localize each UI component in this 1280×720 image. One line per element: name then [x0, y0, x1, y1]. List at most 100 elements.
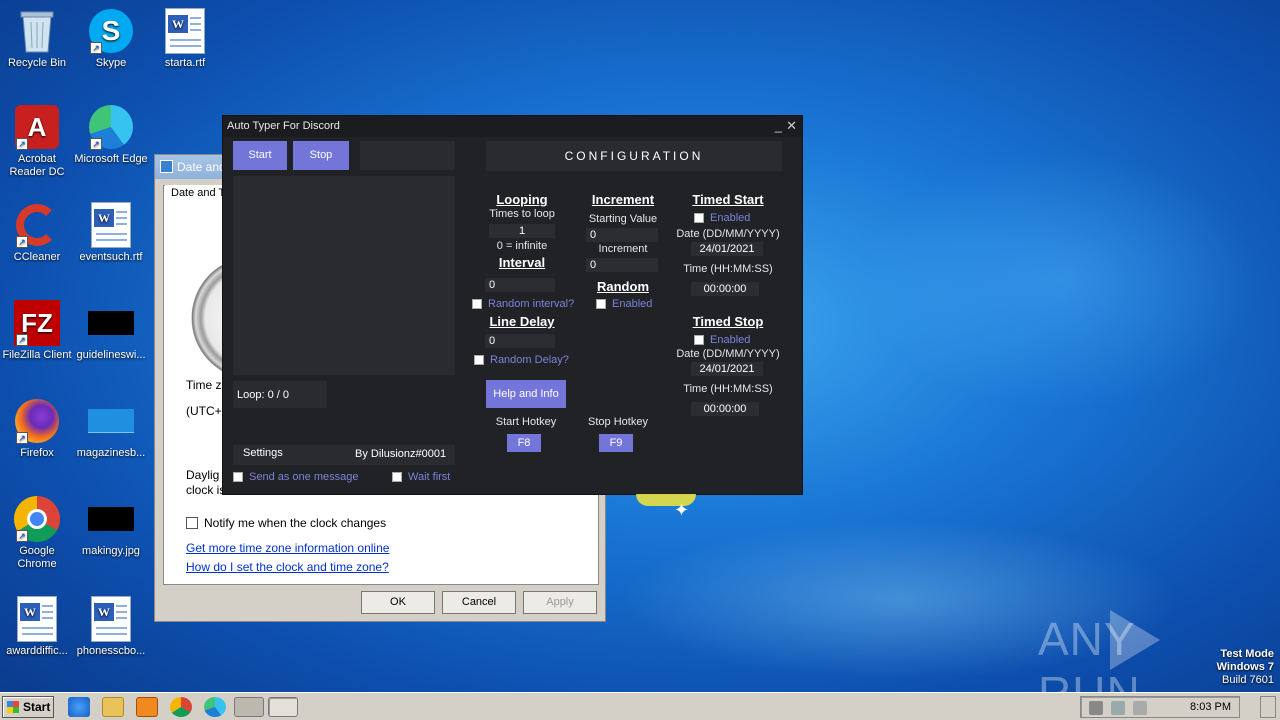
speaker-icon[interactable]	[1089, 701, 1103, 715]
start-button[interactable]: Start	[233, 141, 287, 170]
shortcut-arrow-icon: ↗	[16, 236, 28, 248]
timed-stop-time-input[interactable]: 00:00:00	[691, 402, 759, 416]
time-zone-info-link[interactable]: Get more time zone information online	[186, 541, 389, 555]
clock-settings-icon	[160, 160, 173, 173]
cancel-button[interactable]: Cancel	[442, 591, 516, 614]
edge-taskbar-icon[interactable]	[204, 697, 226, 717]
desktop-icon-starta[interactable]: W starta.rtf	[148, 8, 222, 70]
times-to-loop-input[interactable]: 1	[489, 224, 555, 238]
random-delay-checkbox[interactable]: Random Delay?	[474, 354, 569, 366]
checkbox-box[interactable]	[694, 213, 704, 223]
checkbox-box[interactable]	[186, 517, 198, 529]
checkbox-box[interactable]	[392, 472, 402, 482]
increment-heading: Increment	[591, 192, 655, 207]
desktop-icon-ccleaner[interactable]: ↗ CCleaner	[0, 202, 74, 264]
minimize-button[interactable]: _	[775, 118, 782, 133]
timed-stop-date-input[interactable]: 24/01/2021	[691, 362, 763, 376]
show-desktop-button[interactable]	[1260, 696, 1276, 718]
stop-hotkey-label: Stop Hotkey	[588, 416, 648, 428]
checkbox-box[interactable]	[474, 355, 484, 365]
configuration-header: CONFIGURATION	[486, 141, 782, 171]
set-clock-help-link[interactable]: How do I set the clock and time zone?	[186, 560, 389, 574]
desktop-icon-chrome[interactable]: ↗ Google Chrome	[0, 496, 74, 571]
notify-checkbox[interactable]: Notify me when the clock changes	[186, 516, 386, 530]
starting-value-label: Starting Value	[588, 213, 658, 225]
random-interval-checkbox[interactable]: Random interval?	[472, 298, 574, 310]
settings-button[interactable]: Settings	[243, 447, 283, 459]
desktop-icon-label: CCleaner	[13, 251, 61, 263]
desktop-icon-recycle-bin[interactable]: Recycle Bin	[0, 8, 74, 70]
desktop-icon-phonesscbo[interactable]: W phonesscbo...	[74, 596, 148, 658]
image-thumbnail-icon	[88, 300, 134, 346]
random-heading: Random	[597, 279, 649, 294]
desktop-icon-makingy[interactable]: makingy.jpg	[74, 496, 148, 558]
desktop-icon-label: eventsuch.rtf	[79, 251, 143, 263]
word-document-icon: W	[162, 8, 208, 54]
daylight-text: clock is	[186, 483, 226, 497]
timed-stop-enabled-checkbox[interactable]: Enabled	[694, 334, 750, 346]
desktop-icon-eventsuch[interactable]: W eventsuch.rtf	[74, 202, 148, 264]
desktop-icon-awarddiffic[interactable]: W awarddiffic...	[0, 596, 74, 658]
desktop-icon-magazinesb[interactable]: magazinesb...	[74, 398, 148, 460]
interval-input[interactable]: 0	[485, 278, 555, 292]
stop-button[interactable]: Stop	[293, 141, 349, 170]
timed-start-enabled-checkbox[interactable]: Enabled	[694, 212, 750, 224]
desktop-icon-label: Recycle Bin	[7, 57, 67, 69]
chrome-icon: ↗	[14, 496, 60, 542]
send-as-one-checkbox[interactable]: Send as one message	[233, 471, 358, 483]
taskbar-clock[interactable]: 8:03 PM	[1190, 701, 1231, 713]
checkbox-label: Wait first	[408, 471, 451, 483]
close-button[interactable]: ✕	[786, 118, 797, 134]
shortcut-arrow-icon: ↗	[90, 138, 102, 150]
desktop-icon-label: starta.rtf	[164, 57, 206, 69]
window-title: Auto Typer For Discord	[227, 120, 340, 132]
media-player-icon[interactable]	[136, 697, 158, 717]
desktop-icon-label: magazinesb...	[76, 447, 146, 459]
desktop-icon-label: Microsoft Edge	[74, 153, 148, 165]
message-textarea[interactable]	[233, 176, 455, 375]
start-hotkey-button[interactable]: F8	[507, 434, 541, 452]
auto-typer-taskbar-button[interactable]	[234, 697, 264, 717]
desktop-icon-label: Google Chrome	[17, 545, 57, 570]
windows-flag-icon	[7, 701, 19, 713]
desktop-icon-label: guidelineswi...	[76, 349, 146, 361]
times-to-loop-label: Times to loop	[489, 208, 555, 220]
test-mode-line: Windows 7	[1216, 661, 1274, 673]
desktop-icon-guidelineswi[interactable]: guidelineswi...	[74, 300, 148, 362]
stop-hotkey-button[interactable]: F9	[599, 434, 633, 452]
checkbox-box[interactable]	[694, 335, 704, 345]
timed-start-date-input[interactable]: 24/01/2021	[691, 242, 763, 256]
checkbox-box[interactable]	[596, 299, 606, 309]
help-and-info-button[interactable]: Help and Info	[486, 380, 566, 408]
desktop-icon-acrobat[interactable]: A ↗ Acrobat Reader DC	[0, 104, 74, 179]
checkbox-box[interactable]	[233, 472, 243, 482]
file-explorer-icon[interactable]	[102, 697, 124, 717]
network-icon[interactable]	[1111, 701, 1125, 715]
start-button[interactable]: Start	[2, 696, 54, 718]
starting-value-input[interactable]: 0	[586, 228, 658, 242]
desktop-icon-firefox[interactable]: ↗ Firefox	[0, 398, 74, 460]
action-center-flag-icon[interactable]	[1133, 701, 1147, 715]
auto-typer-titlebar[interactable]: Auto Typer For Discord _ ✕	[223, 116, 802, 137]
skype-icon: S ↗	[88, 8, 134, 54]
timed-start-time-input[interactable]: 00:00:00	[691, 282, 759, 296]
wait-first-checkbox[interactable]: Wait first	[392, 471, 450, 483]
shortcut-arrow-icon: ↗	[16, 432, 28, 444]
test-mode-line: Test Mode	[1220, 648, 1274, 660]
random-enabled-checkbox[interactable]: Enabled	[596, 298, 652, 310]
increment-label: Increment	[598, 243, 648, 255]
checkbox-box[interactable]	[472, 299, 482, 309]
desktop-icon-edge[interactable]: ↗ Microsoft Edge	[74, 104, 148, 166]
desktop-icon-skype[interactable]: S ↗ Skype	[74, 8, 148, 70]
desktop-icon-filezilla[interactable]: FZ ↗ FileZilla Client	[0, 300, 74, 362]
daylight-text: Daylig	[186, 468, 220, 482]
date-format-label: Date (DD/MM/YYYY)	[676, 228, 780, 240]
line-delay-input[interactable]: 0	[485, 334, 555, 348]
date-time-taskbar-button[interactable]	[268, 697, 298, 717]
internet-explorer-icon[interactable]	[68, 697, 90, 717]
increment-input[interactable]: 0	[586, 258, 658, 272]
chrome-taskbar-icon[interactable]	[170, 697, 192, 717]
ok-button[interactable]: OK	[361, 591, 435, 614]
looping-heading: Looping	[496, 192, 548, 207]
apply-button[interactable]: Apply	[523, 591, 597, 614]
